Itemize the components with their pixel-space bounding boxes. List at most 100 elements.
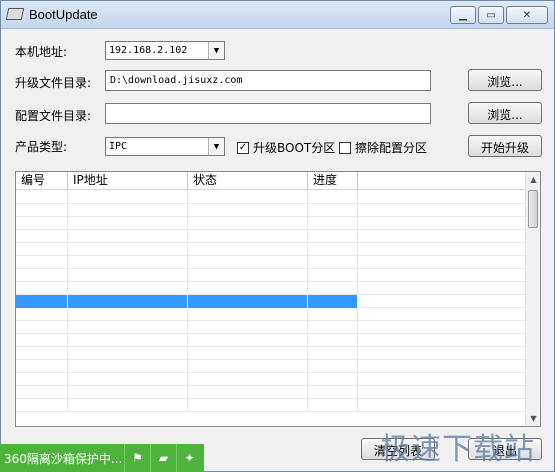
sandbox-settings-icon[interactable]: ⚑ — [124, 444, 150, 472]
table-cell — [188, 217, 308, 230]
table-cell — [16, 399, 68, 412]
checkbox-icon[interactable] — [339, 141, 351, 154]
table-row[interactable] — [16, 308, 526, 321]
table-row[interactable] — [16, 243, 526, 256]
start-upgrade-button[interactable]: 开始升级 — [468, 135, 542, 157]
table-cell — [16, 321, 68, 334]
window-title: BootUpdate — [29, 7, 98, 22]
table-cell — [358, 269, 526, 282]
minimize-button[interactable]: ▁ — [450, 6, 476, 24]
table-cell — [188, 282, 308, 295]
product-type-select[interactable]: IPC ▼ — [105, 137, 225, 156]
title-bar[interactable]: BootUpdate ▁ ▭ ✕ — [1, 1, 554, 29]
folder-icon[interactable]: ▰ — [150, 444, 176, 472]
upgrade-dir-input[interactable]: D:\download.jisuxz.com — [105, 70, 431, 91]
chevron-down-icon[interactable]: ▼ — [208, 138, 224, 155]
table-row[interactable] — [16, 230, 526, 243]
table-cell — [358, 399, 526, 412]
table-cell — [188, 204, 308, 217]
table-row[interactable] — [16, 321, 526, 334]
table-row[interactable] — [16, 269, 526, 282]
table-cell — [358, 295, 526, 308]
table-cell — [68, 347, 188, 360]
table-cell — [308, 191, 358, 204]
table-row[interactable] — [16, 347, 526, 360]
table-cell — [308, 321, 358, 334]
table-cell — [16, 204, 68, 217]
browse-upgrade-button[interactable]: 浏览... — [468, 69, 542, 91]
chevron-down-icon[interactable]: ▼ — [208, 42, 224, 59]
column-header-id[interactable]: 编号 — [16, 172, 68, 190]
sandbox-status-bar[interactable]: 360隔离沙箱保护中... ⚑ ▰ ✦ — [0, 444, 204, 472]
checkmark-icon[interactable]: ✓ — [237, 141, 249, 154]
table-cell — [16, 191, 68, 204]
table-cell — [68, 360, 188, 373]
table-row[interactable] — [16, 204, 526, 217]
table-cell — [68, 217, 188, 230]
upgrade-boot-checkbox[interactable]: ✓ 升级BOOT分区 — [237, 139, 335, 156]
table-cell — [68, 282, 188, 295]
window-controls: ▁ ▭ ✕ — [450, 6, 548, 24]
table-row[interactable] — [16, 334, 526, 347]
column-header-progress[interactable]: 进度 — [308, 172, 358, 190]
table-cell — [188, 191, 308, 204]
table-cell — [358, 360, 526, 373]
table-cell — [188, 347, 308, 360]
browse-config-button[interactable]: 浏览... — [468, 102, 542, 124]
table-cell — [308, 373, 358, 386]
table-row[interactable] — [16, 386, 526, 399]
table-row[interactable] — [16, 217, 526, 230]
table-cell — [16, 230, 68, 243]
table-cell — [358, 243, 526, 256]
upgrade-boot-label: 升级BOOT分区 — [253, 141, 336, 155]
erase-config-checkbox[interactable]: 擦除配置分区 — [339, 139, 427, 156]
table-cell — [68, 295, 188, 308]
table-row[interactable] — [16, 191, 526, 204]
column-header-ip[interactable]: IP地址 — [68, 172, 188, 190]
table-row[interactable] — [16, 399, 526, 412]
table-cell — [358, 347, 526, 360]
vertical-scrollbar[interactable]: ▲ ▼ — [525, 172, 540, 426]
watermark-text: 极速下载站 — [380, 432, 535, 467]
table-cell — [16, 373, 68, 386]
table-cell — [68, 256, 188, 269]
table-cell — [308, 334, 358, 347]
scroll-up-icon[interactable]: ▲ — [526, 172, 540, 187]
table-cell — [358, 282, 526, 295]
column-header-status[interactable]: 状态 — [188, 172, 308, 190]
device-table[interactable]: 编号 IP地址 状态 进度 ▲ ▼ — [15, 171, 541, 427]
table-cell — [308, 230, 358, 243]
table-body — [16, 191, 526, 412]
table-cell — [16, 308, 68, 321]
table-cell — [358, 217, 526, 230]
maximize-button[interactable]: ▭ — [478, 6, 504, 24]
table-cell — [308, 243, 358, 256]
table-cell — [16, 360, 68, 373]
table-cell — [308, 256, 358, 269]
table-cell — [188, 295, 308, 308]
table-cell — [308, 308, 358, 321]
product-type-value: IPC — [109, 141, 128, 152]
local-addr-value: 192.168.2.102 — [109, 45, 188, 56]
table-row[interactable] — [16, 256, 526, 269]
table-cell — [358, 308, 526, 321]
table-cell — [188, 269, 308, 282]
table-row[interactable] — [16, 360, 526, 373]
table-row[interactable] — [16, 282, 526, 295]
config-dir-input[interactable] — [105, 103, 431, 124]
table-cell — [358, 373, 526, 386]
table-cell — [308, 217, 358, 230]
table-cell — [188, 321, 308, 334]
pin-icon[interactable]: ✦ — [176, 444, 202, 472]
table-cell — [16, 243, 68, 256]
table-cell — [68, 204, 188, 217]
table-header: 编号 IP地址 状态 进度 — [16, 172, 526, 190]
table-row[interactable] — [16, 373, 526, 386]
table-row[interactable] — [16, 295, 526, 308]
table-cell — [308, 360, 358, 373]
close-button[interactable]: ✕ — [506, 6, 548, 24]
table-cell — [188, 256, 308, 269]
scroll-thumb[interactable] — [528, 190, 538, 228]
local-addr-select[interactable]: 192.168.2.102 ▼ — [105, 41, 225, 60]
upgrade-dir-label: 升级文件目录: — [15, 76, 92, 90]
